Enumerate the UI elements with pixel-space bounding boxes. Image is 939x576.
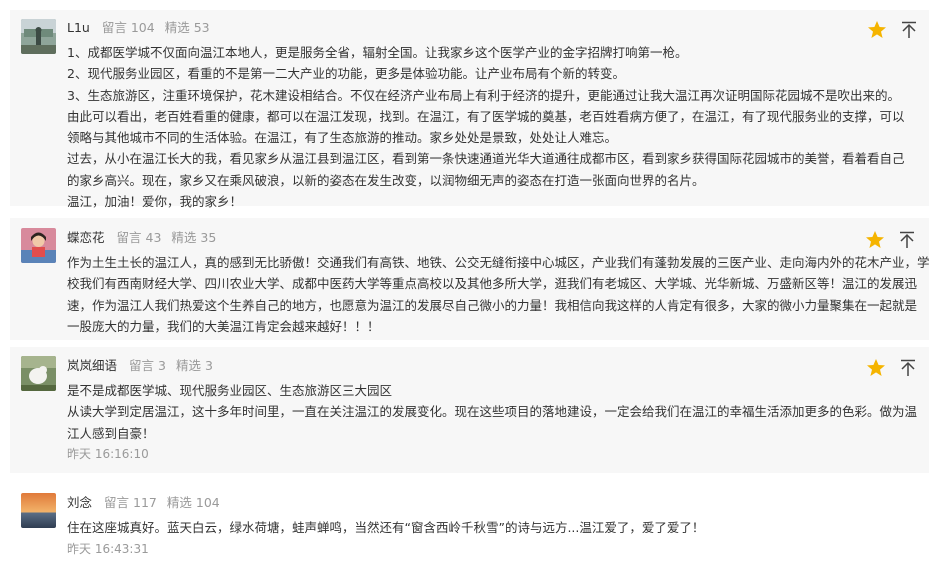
featured-count: 精选 3 [176,358,213,373]
avatar[interactable] [21,356,56,391]
comment-line: 过去，从小在温江长大的我，看见家乡从温江县到温江区，看到第一条快速通道光华大道通… [67,151,905,167]
posts-count: 117 [133,495,157,510]
posts-label: 留言 [129,358,155,373]
featured-label: 精选 [171,230,197,245]
username[interactable]: 刘念 [67,495,92,510]
pin-to-top-icon[interactable] [897,230,917,250]
comment-line: 3、生态旅游区，注重环境保护，花木建设相结合。不仅在经济产业布局上有利于经济的提… [67,87,900,103]
avatar[interactable] [21,19,56,54]
featured-count: 精选 53 [165,20,210,35]
comment-line: 从读大学到定居温江，这十多年时间里，一直在关注温江的发展变化。现在这些项目的落地… [67,404,918,420]
post-count: 留言 43 [117,230,162,245]
avatar[interactable] [21,493,56,528]
posts-label: 留言 [101,20,127,35]
posts-count: 3 [158,358,166,373]
posts-count: 104 [130,20,155,35]
comment-line: 住在这座城真好。蓝天白云，绿水荷塘，蛙声蝉鸣，当然还有“窗含西岭千秋雪”的诗与远… [67,520,705,535]
comment-line: 校我们有西南财经大学、四川农业大学、成都中医药大学等重点高校以及其他多所大学，逛… [67,276,918,292]
post-count: 留言 117 [104,495,157,510]
comment-line: 领略与其他城市不同的生活体验。在温江，有了生态旅游的推动。家乡处处是景致，处处让… [67,130,618,146]
comment-line: 2、现代服务业园区，看重的不是第一二大产业的功能，更多是体验功能。让产业布局有个… [67,66,625,82]
featured-number: 35 [200,230,217,245]
comment-line: 一股庞大的力量，我们的大美温江肯定会越来越好！！！ [67,318,380,334]
comment-line: 的家乡高兴。现在，家乡又在乘风破浪，以新的姿态在发生改变，以润物细无声的姿态在打… [67,172,705,188]
featured-label: 精选 [175,358,201,373]
comment-line: 由此可以看出，老百姓看重的健康，都可以在温江发现，找到。在温江，有了医学城的奠基… [67,108,905,124]
comment-line: 作为土生土长的温江人，真的感到无比骄傲！交通我们有高铁、地铁、公交无缝衔接中心城… [67,255,930,270]
post-count: 留言 104 [102,20,155,35]
comment-body: 1、成都医学城不仅面向温江本地人，更是服务全省，辐射全国。让我家乡这个医学产业的… [67,42,905,212]
avatar[interactable] [21,228,56,263]
comment-header: 刘念 留言 117 精选 104 [67,494,226,512]
comment-header: L1u 留言 104 精选 53 [67,19,216,37]
comment-card: 刘念 留言 117 精选 104 住在这座城真好。蓝天白云，绿水荷塘，蛙声蝉鸣，当然… [10,484,929,572]
star-icon[interactable] [866,358,886,378]
comment-card: 蝶恋花 留言 43 精选 35 作为土生土长的温江人，真的感到无比骄傲！交通我们有高… [10,218,930,340]
comment-line: 1、成都医学城不仅面向温江本地人，更是服务全省，辐射全国。让我家乡这个医学产业的… [67,45,688,60]
comment-line: 江人感到自豪！ [67,425,155,441]
comment-timestamp: 昨天 16:43:31 [67,542,149,556]
posts-label: 留言 [116,230,142,245]
featured-label: 精选 [164,20,190,35]
username[interactable]: 岚岚细语 [67,358,117,373]
comment-timestamp: 昨天 16:16:10 [67,447,149,461]
featured-number: 3 [204,358,213,373]
comment-card: 岚岚细语 留言 3 精选 3 是不是成都医学城、现代服务业园区、生态旅游区三大园区 … [10,347,929,473]
comment-header: 蝶恋花 留言 43 精选 35 [67,229,222,247]
comment-body: 是不是成都医学城、现代服务业园区、生态旅游区三大园区 从读大学到定居温江，这十多… [67,380,917,444]
comment-card: L1u 留言 104 精选 53 1、成都医学城不仅面向温江本地人，更是服务全省，辐… [10,10,929,209]
posts-count: 43 [145,230,162,245]
posts-label: 留言 [104,495,130,510]
star-icon[interactable] [865,230,885,250]
pin-to-top-icon[interactable] [898,358,918,378]
comment-body: 住在这座城真好。蓝天白云，绿水荷塘，蛙声蝉鸣，当然还有“窗含西岭千秋雪”的诗与远… [67,517,704,538]
pin-to-top-icon[interactable] [899,20,919,40]
post-count: 留言 3 [129,358,166,373]
comment-line: 速，作为温江人我们热爱这个生养自己的地方，也愿意为温江的发展尽自己微小的力量！我… [67,297,918,313]
comment-header: 岚岚细语 留言 3 精选 3 [67,357,219,375]
featured-count: 精选 35 [171,230,216,245]
comment-body: 作为土生土长的温江人，真的感到无比骄傲！交通我们有高铁、地铁、公交无缝衔接中心城… [67,252,930,337]
comment-list: L1u 留言 104 精选 53 1、成都医学城不仅面向温江本地人，更是服务全省，辐… [0,0,939,576]
featured-count: 精选 104 [167,495,220,510]
star-icon[interactable] [867,20,887,40]
comment-line: 温江，加油！爱你，我的家乡！ [67,194,243,210]
username[interactable]: 蝶恋花 [67,230,105,245]
username[interactable]: L1u [67,20,90,35]
featured-number: 53 [193,20,210,35]
featured-number: 104 [195,495,220,510]
comment-line: 是不是成都医学城、现代服务业园区、生态旅游区三大园区 [67,383,393,398]
featured-label: 精选 [166,495,192,510]
